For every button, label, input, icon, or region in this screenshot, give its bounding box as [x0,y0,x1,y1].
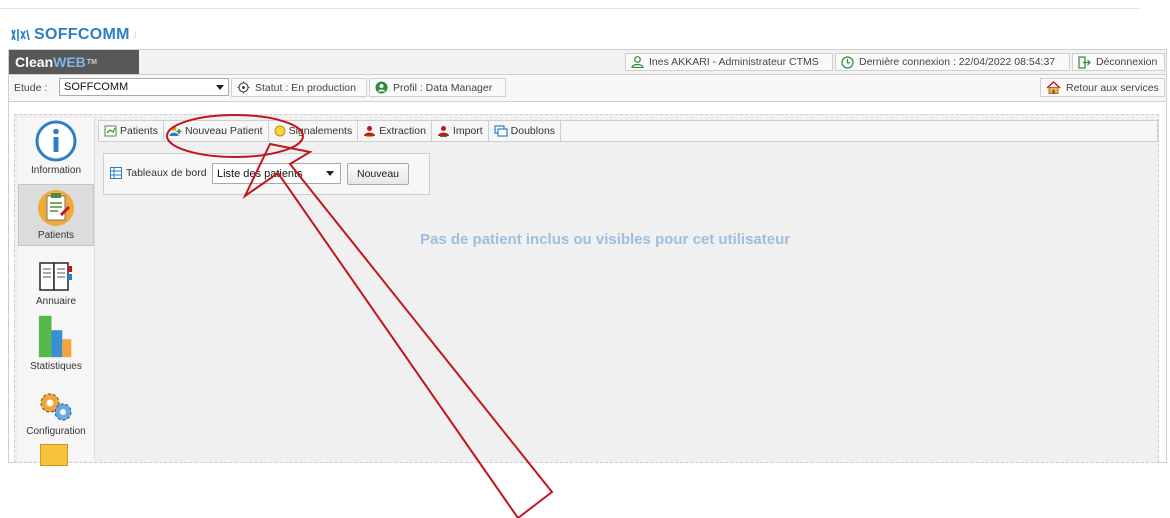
new-dashboard-button[interactable]: Nouveau [347,163,409,185]
alert-icon [274,125,286,137]
sidebar-label-patients: Patients [37,230,75,241]
dashboard-select[interactable]: Liste des patients [212,163,341,184]
sidebar-item-statistiques[interactable]: Statistiques [18,314,94,376]
logout-button[interactable]: Déconnexion [1072,53,1165,71]
dashboard-panel: Tableaux de bord Liste des patients Nouv… [103,153,430,195]
tab-label-doublons: Doublons [510,125,556,137]
study-select-value: SOFFCOMM [64,81,129,93]
user-profile-text: Profil : Data Manager [393,81,493,94]
logo-accent: WEB [53,54,86,70]
brand-separator: ⁝ [133,29,137,41]
logout-label: Déconnexion [1096,56,1158,68]
tab-doublons[interactable]: Doublons [489,121,562,141]
back-to-services-button[interactable]: Retour aux services [1040,78,1165,97]
study-label: Etude : [14,82,48,94]
chevron-down-icon [326,171,334,176]
tab-label-signalements: Signalements [288,125,353,137]
study-brand-header: SOFFCOMM ⁝ [10,26,137,44]
cleanweb-logo: Clean WEB TM [9,50,139,74]
directory-book-icon [39,262,72,291]
logout-icon [1078,55,1091,69]
sidebar-item-configuration[interactable]: Configuration [18,379,94,441]
tab-extraction[interactable]: Extraction [358,121,432,141]
sidebar-label-annuaire: Annuaire [35,296,77,307]
bar-chart-icon [38,315,72,358]
tab-nouveau-patient[interactable]: Nouveau Patient [164,121,269,141]
clock-icon [841,55,854,69]
study-select[interactable]: SOFFCOMM [59,78,229,96]
patients-tab-icon [104,125,117,137]
table-icon [110,167,122,179]
tab-label-nouveau-patient: Nouveau Patient [184,125,263,137]
home-icon [1046,81,1061,94]
sidebar-label-statistiques: Statistiques [30,361,82,372]
current-user[interactable]: Ines AKKARI - Administrateur CTMS [625,53,833,71]
logo-tm: TM [86,58,97,66]
tab-signalements[interactable]: Signalements [269,121,359,141]
patients-tabs: Patients Nouveau Patient Signalements Ex… [98,120,1158,142]
tab-label-extraction: Extraction [379,125,426,137]
user-icon [631,56,644,68]
last-login: Dernière connexion : 22/04/2022 08:54:37 [835,53,1070,71]
top-divider [0,8,1140,9]
new-patient-icon [169,126,182,136]
study-bar: Etude : SOFFCOMM Statut : En production … [9,75,1166,102]
sidebar-item-patients[interactable]: Patients [18,184,94,246]
profile-icon [375,81,388,94]
sidebar-item-information[interactable]: Information [18,118,94,180]
gears-icon [40,393,72,421]
sidebar-label-configuration: Configuration [26,426,86,437]
soffcomm-logo-icon [11,29,30,41]
tab-label-import: Import [452,125,483,137]
chevron-down-icon [216,85,224,90]
brand-name: SOFFCOMM [34,26,130,43]
sidebar-label-information: Information [30,165,82,176]
target-icon [237,81,250,94]
tab-label-patients: Patients [120,125,158,137]
empty-state-message: Pas de patient inclus ou visibles pour c… [420,231,791,248]
sidebar-item-annuaire[interactable]: Annuaire [18,249,94,311]
user-name: Ines AKKARI - Administrateur CTMS [649,56,819,68]
tab-patients[interactable]: Patients [99,121,164,141]
patients-icon [38,190,74,226]
last-login-text: Dernière connexion : 22/04/2022 08:54:37 [859,56,1056,68]
import-icon [437,126,449,137]
user-profile: Profil : Data Manager [369,78,506,97]
back-to-services-label: Retour aux services [1066,81,1159,94]
extraction-icon [364,126,376,137]
tab-import[interactable]: Import [432,121,489,141]
sidebar-item-more-icon[interactable] [40,444,68,466]
dashboard-label: Tableaux de bord [126,167,207,179]
study-status: Statut : En production [231,78,367,97]
dashboard-select-value: Liste des patients [217,167,303,180]
sidebar: Information Patients Annuaire Statistiqu… [18,118,95,466]
study-status-text: Statut : En production [255,81,356,94]
header-bar: Clean WEB TM Ines AKKARI - Administrateur … [9,50,1166,75]
info-icon [35,120,77,162]
duplicates-icon [494,125,508,137]
logo-main: Clean [15,54,54,70]
